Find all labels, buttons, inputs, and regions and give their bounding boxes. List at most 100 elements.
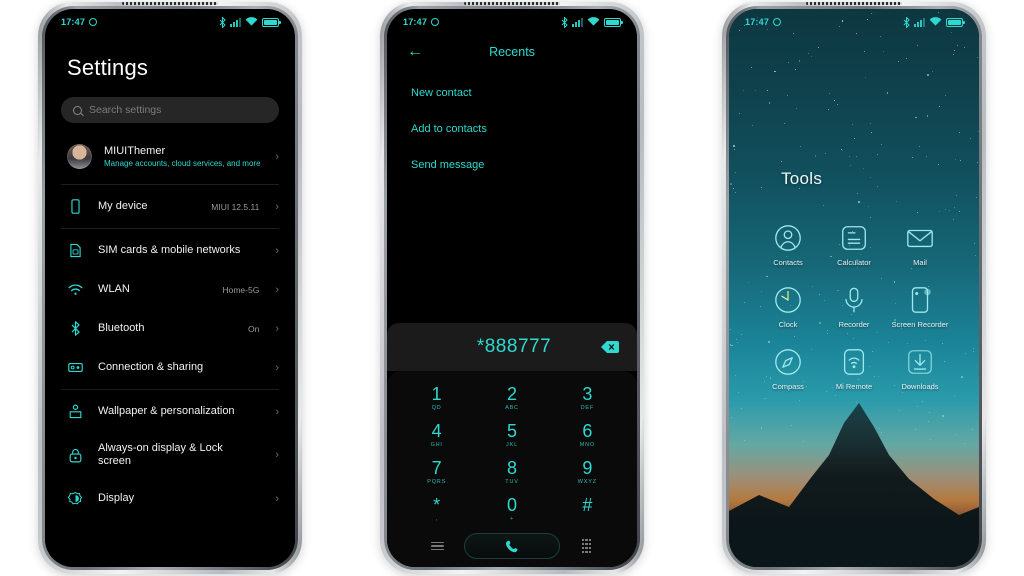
signal-bars-icon bbox=[572, 17, 583, 27]
key-5[interactable]: 5 JKL bbox=[474, 416, 549, 453]
key-sub: ABC bbox=[505, 405, 519, 411]
status-time: 17:47 bbox=[745, 17, 770, 27]
sidebar-item-sim-cards[interactable]: SIM cards & mobile networks › bbox=[45, 231, 295, 270]
wifi-icon bbox=[929, 17, 942, 26]
key-2[interactable]: 2 ABC bbox=[474, 379, 549, 416]
account-name: MIUIThemer bbox=[104, 144, 166, 157]
key-8[interactable]: 8 TUV bbox=[474, 453, 549, 490]
key-hash[interactable]: # bbox=[550, 490, 625, 527]
bluetooth-icon bbox=[903, 16, 910, 28]
app-downloads[interactable]: Downloads bbox=[887, 347, 953, 391]
app-screen-recorder[interactable]: Screen Recorder bbox=[887, 285, 953, 329]
status-bar-right bbox=[903, 16, 965, 28]
backspace-icon[interactable] bbox=[601, 341, 619, 353]
hamburger-menu-icon bbox=[431, 539, 444, 553]
bluetooth-icon bbox=[219, 16, 226, 28]
key-sub: QD bbox=[431, 405, 442, 411]
app-label: Clock bbox=[778, 320, 798, 329]
app-compass[interactable]: Compass bbox=[755, 347, 821, 391]
row-value: Home-5G bbox=[222, 284, 260, 295]
chevron-right-icon: › bbox=[275, 449, 279, 461]
status-bar-left: 17:47 bbox=[61, 17, 98, 27]
chevron-right-icon: › bbox=[275, 244, 279, 257]
screenshot-stage: 17:47 Settings Search settings MIUITheme… bbox=[0, 0, 1024, 576]
compass-icon bbox=[775, 349, 801, 375]
key-1[interactable]: 1 QD bbox=[399, 379, 474, 416]
action-add-to-contacts[interactable]: Add to contacts bbox=[411, 123, 637, 135]
account-row[interactable]: MIUIThemer Manage accounts, cloud servic… bbox=[45, 131, 295, 182]
divider bbox=[61, 228, 279, 229]
app-mail[interactable]: Mail bbox=[887, 223, 953, 267]
status-bar-left: 17:47 bbox=[745, 17, 782, 27]
signal-bars-icon bbox=[230, 17, 241, 27]
call-button[interactable] bbox=[464, 533, 560, 559]
dialed-number: *888777 bbox=[476, 336, 552, 357]
keypad-toggle-button[interactable] bbox=[560, 539, 613, 553]
chevron-right-icon: › bbox=[275, 283, 279, 296]
row-label: Always-on display & Lock screen bbox=[98, 442, 223, 467]
page-title: Settings bbox=[67, 55, 149, 80]
row-label: Display bbox=[98, 492, 135, 504]
app-label: Contacts bbox=[773, 258, 803, 267]
app-contacts[interactable]: Contacts bbox=[755, 223, 821, 267]
chevron-right-icon: › bbox=[275, 492, 279, 505]
key-digit: 1 bbox=[431, 384, 442, 404]
sidebar-item-wallpaper[interactable]: Wallpaper & personalization › bbox=[45, 392, 295, 431]
key-digit: 4 bbox=[431, 421, 442, 441]
contacts-icon bbox=[775, 225, 801, 251]
key-digit: 9 bbox=[582, 458, 593, 478]
app-label: Calculator bbox=[837, 258, 871, 267]
screen-recorder-icon bbox=[911, 287, 931, 313]
key-0[interactable]: 0 + bbox=[474, 490, 549, 527]
bluetooth-icon bbox=[71, 321, 80, 336]
downloads-icon bbox=[908, 350, 932, 374]
phone-screen-dialer: 17:47 ← Recents New contact Add to conta… bbox=[387, 9, 637, 567]
key-9[interactable]: 9 WXYZ bbox=[550, 453, 625, 490]
row-value: MIUI 12.5.11 bbox=[211, 201, 260, 212]
back-arrow-icon[interactable]: ← bbox=[407, 44, 423, 60]
display-brightness-icon bbox=[67, 491, 83, 505]
key-digit: 7 bbox=[431, 458, 442, 478]
menu-button[interactable] bbox=[411, 539, 464, 553]
app-clock[interactable]: Clock bbox=[755, 285, 821, 329]
key-6[interactable]: 6 MNO bbox=[550, 416, 625, 453]
sidebar-item-connection-sharing[interactable]: Connection & sharing › bbox=[45, 348, 295, 387]
alarm-icon bbox=[431, 18, 440, 26]
action-send-message[interactable]: Send message bbox=[411, 159, 637, 171]
key-sub: , bbox=[435, 516, 438, 522]
sidebar-item-display[interactable]: Display › bbox=[45, 479, 295, 518]
keypad-row: 1 QD 2 ABC 3 DEF bbox=[399, 379, 625, 416]
sidebar-item-lock-screen[interactable]: Always-on display & Lock screen › bbox=[45, 431, 295, 479]
row-label: WLAN bbox=[98, 283, 130, 295]
chevron-right-icon: › bbox=[275, 200, 279, 213]
key-3[interactable]: 3 DEF bbox=[550, 379, 625, 416]
key-digit: 5 bbox=[506, 421, 517, 441]
settings-content: Settings Search settings MIUIThemer Mana… bbox=[45, 35, 295, 567]
app-recorder[interactable]: Recorder bbox=[821, 285, 887, 329]
divider bbox=[61, 184, 279, 185]
alarm-icon bbox=[773, 18, 782, 26]
dialer-keypad: 1 QD 2 ABC 3 DEF 4 GHI 5 JKL 6 MNO 7 PQRS 8 TUV bbox=[387, 371, 637, 567]
bluetooth-icon bbox=[561, 16, 568, 28]
phone-mockup-settings: 17:47 Settings Search settings MIUITheme… bbox=[38, 2, 302, 574]
app-label: Mi Remote bbox=[835, 382, 873, 391]
mi-remote-icon bbox=[843, 349, 865, 375]
sidebar-item-bluetooth[interactable]: Bluetooth On › bbox=[45, 309, 295, 348]
keypad-row: 4 GHI 5 JKL 6 MNO bbox=[399, 416, 625, 453]
key-4[interactable]: 4 GHI bbox=[399, 416, 474, 453]
search-input[interactable]: Search settings bbox=[61, 97, 279, 123]
dialed-number-bar: *888777 bbox=[387, 323, 637, 371]
action-new-contact[interactable]: New contact bbox=[411, 87, 637, 99]
key-digit: * bbox=[433, 495, 441, 515]
sidebar-item-wlan[interactable]: WLAN Home-5G › bbox=[45, 270, 295, 309]
key-sub: + bbox=[509, 516, 514, 522]
mail-envelope-icon bbox=[907, 229, 933, 248]
battery-icon bbox=[604, 17, 623, 27]
chevron-right-icon: › bbox=[275, 405, 279, 418]
key-star[interactable]: *, bbox=[399, 490, 474, 527]
sidebar-item-my-device[interactable]: My device MIUI 12.5.11 › bbox=[45, 187, 295, 226]
key-7[interactable]: 7 PQRS bbox=[399, 453, 474, 490]
app-mi-remote[interactable]: Mi Remote bbox=[821, 347, 887, 391]
row-label: Connection & sharing bbox=[98, 361, 204, 373]
app-calculator[interactable]: Calculator bbox=[821, 223, 887, 267]
